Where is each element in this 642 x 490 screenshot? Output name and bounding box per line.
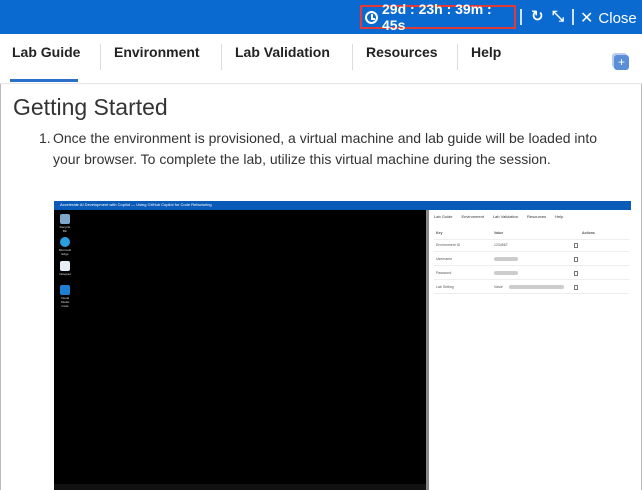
top-bar: 29d : 23h : 39m : 45s ↻ ⤡ ✕ Close: [0, 0, 642, 34]
divider: [520, 9, 522, 25]
clock-icon: [365, 10, 378, 24]
tab-divider: [352, 44, 353, 70]
tab-lab-validation[interactable]: Lab Validation: [235, 44, 330, 60]
vm-lab-panel: Lab Guide Environment Lab Validation Res…: [426, 210, 631, 490]
vscode-icon: Visual Studio Code: [58, 285, 72, 308]
tab-divider: [457, 44, 458, 70]
tab-bar: Lab Guide Environment Lab Validation Res…: [0, 34, 642, 84]
vm-panel-row: Environment ID 1234567: [434, 240, 629, 252]
vm-title: Accelerate AI Development with Copilot —…: [60, 202, 212, 207]
tab-lab-guide[interactable]: Lab Guide: [12, 44, 80, 60]
lab-guide-content: Getting Started 1. Once the environment …: [0, 84, 642, 490]
step-text: Once the environment is provisioned, a v…: [53, 130, 597, 167]
vm-screenshot: Accelerate AI Development with Copilot —…: [54, 201, 631, 490]
vm-title-bar: Accelerate AI Development with Copilot —…: [54, 201, 631, 210]
close-label: Close: [598, 9, 637, 27]
divider: [572, 9, 574, 25]
split-window-icon[interactable]: +: [614, 55, 629, 70]
tab-environment[interactable]: Environment: [114, 44, 200, 60]
collapse-icon[interactable]: ⤡: [552, 8, 564, 26]
lab-timer: 29d : 23h : 39m : 45s: [360, 1, 516, 33]
vm-panel-row: Password: [434, 268, 629, 280]
active-tab-indicator: [10, 79, 78, 82]
tab-divider: [100, 44, 101, 70]
vm-panel-row: Username: [434, 254, 629, 266]
edge-icon: Microsoft Edge: [58, 237, 72, 256]
close-icon: ✕: [580, 10, 594, 27]
close-button[interactable]: ✕ Close: [580, 8, 637, 28]
timer-value: 29d : 23h : 39m : 45s: [382, 1, 492, 33]
tab-resources[interactable]: Resources: [366, 44, 438, 60]
tab-divider: [221, 44, 222, 70]
refresh-icon[interactable]: ↻: [531, 8, 544, 26]
vm-panel-row: Lab Setting Value: [434, 282, 629, 294]
vm-panel-tabs: Lab Guide Environment Lab Validation Res…: [434, 214, 564, 219]
step-number: 1.: [39, 130, 51, 146]
recycle-bin-icon: Recycle Bin: [58, 214, 72, 233]
step-item: 1. Once the environment is provisioned, …: [39, 128, 615, 170]
notepad-icon: Notepad: [58, 261, 72, 276]
vm-taskbar: [54, 484, 426, 490]
vm-panel-header: Key Value Actions: [434, 228, 629, 240]
tab-help[interactable]: Help: [471, 44, 501, 60]
page-title: Getting Started: [13, 94, 168, 120]
